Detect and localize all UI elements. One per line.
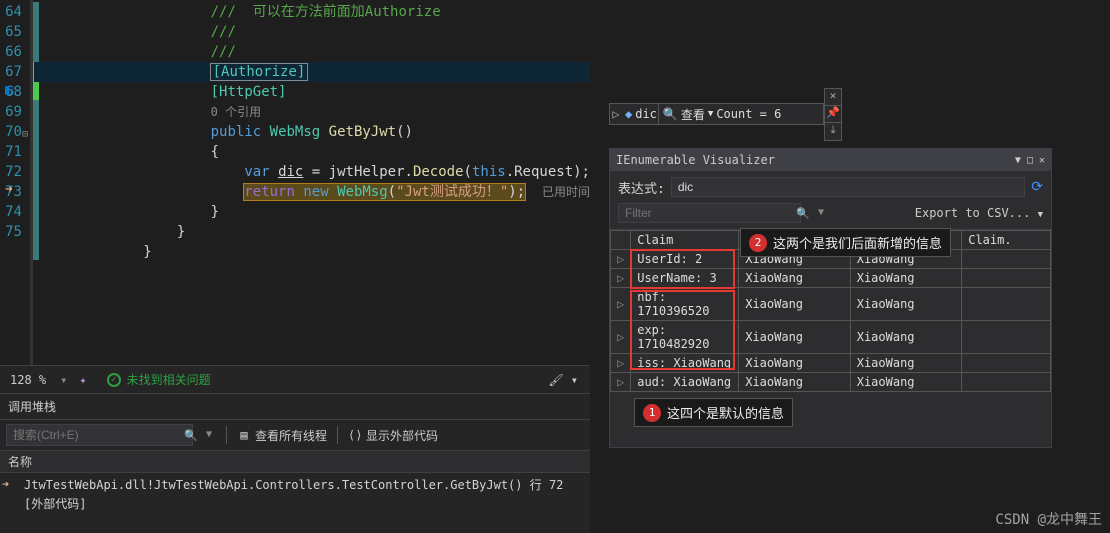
callstack-title: 调用堆栈 — [0, 394, 590, 420]
exec-pointer-icon[interactable]: ➔ — [5, 182, 27, 200]
grid-cell — [962, 354, 1051, 373]
table-row[interactable]: ▷iss: XiaoWangXiaoWangXiaoWang — [611, 354, 1051, 373]
datatip-popup[interactable]: ▷ ◆ dic 🔍 查看 ▼ Count = 6 — [609, 103, 824, 125]
grid-cell: ▷ — [611, 354, 631, 373]
visualizer-title-text: IEnumerable Visualizer — [616, 153, 775, 167]
pin-icon[interactable]: 📌 — [825, 106, 841, 123]
close-icon[interactable]: ✕ — [1039, 155, 1045, 166]
callstack-panel: 调用堆栈 🔍 ▼ ▤ 查看所有线程 ⟨⟩ 显示外部代码 名称 ➔JtwTestW… — [0, 393, 590, 533]
grid-header[interactable]: Claim. — [962, 231, 1051, 250]
callstack-row[interactable]: ➔JtwTestWebApi.dll!JtwTestWebApi.Control… — [0, 475, 590, 494]
callstack-search-input[interactable] — [6, 424, 193, 446]
grid-cell: XiaoWang — [739, 321, 851, 354]
chevron-down-icon[interactable]: ▾ — [56, 373, 71, 387]
watermark-text: CSDN @龙中舞王 — [995, 509, 1102, 529]
grid-cell — [962, 269, 1051, 288]
chevron-down-icon: ▼ — [818, 207, 824, 218]
grid-cell — [962, 321, 1051, 354]
chevron-down-icon: ▼ — [206, 429, 212, 440]
search-icon[interactable]: 🔍 — [660, 107, 681, 121]
table-row[interactable]: ▷aud: XiaoWangXiaoWangXiaoWang — [611, 373, 1051, 392]
datatip-value: Count = 6 — [716, 107, 781, 121]
check-circle-icon: ✓ — [107, 373, 121, 387]
grid-cell — [962, 373, 1051, 392]
table-row[interactable]: ▷UserName: 3XiaoWangXiaoWang — [611, 269, 1051, 288]
grid-cell: XiaoWang — [850, 373, 962, 392]
grid-cell: XiaoWang — [850, 321, 962, 354]
grid-cell — [962, 250, 1051, 269]
badge-1: 1 — [643, 404, 661, 422]
grid-cell: XiaoWang — [850, 269, 962, 288]
callstack-name-header: 名称 — [0, 450, 590, 473]
table-row[interactable]: ▷nbf: 1710396520XiaoWangXiaoWang — [611, 288, 1051, 321]
enumerable-visualizer: IEnumerable Visualizer ▼ □ ✕ 表达式: ⟳ 🔍 ▼ … — [609, 148, 1052, 448]
editor-status-bar: 128 % ▾ ✦ ✓ 未找到相关问题 🖌 ▾ — [0, 365, 590, 393]
grid-cell: UserName: 3 — [631, 269, 739, 288]
grid-cell: XiaoWang — [739, 269, 851, 288]
chevron-down-icon[interactable]: ▼ — [1015, 155, 1021, 166]
expression-label: 表达式: — [618, 178, 665, 197]
chevron-down-icon: ▼ — [1038, 210, 1043, 220]
annotation-2-text: 这两个是我们后面新增的信息 — [773, 233, 942, 252]
glyph-margin: ◧ ➔ — [0, 0, 5, 365]
maximize-icon[interactable]: □ — [1027, 155, 1033, 166]
brush-icon[interactable]: 🖌 ▾ — [536, 373, 590, 387]
grid-cell: exp: 1710482920 — [631, 321, 739, 354]
hint-icon[interactable]: ✦ — [71, 373, 94, 387]
badge-2: 2 — [749, 234, 767, 252]
grid-cell — [962, 288, 1051, 321]
expand-down-icon[interactable]: ⤓ — [825, 123, 841, 140]
expand-icon[interactable]: ▷ — [610, 107, 622, 121]
close-icon[interactable]: ✕ — [825, 89, 841, 106]
grid-cell: aud: XiaoWang — [631, 373, 739, 392]
annotation-2: 2 这两个是我们后面新增的信息 — [740, 228, 951, 257]
refresh-icon[interactable]: ⟳ — [1031, 179, 1043, 195]
grid-cell: XiaoWang — [739, 354, 851, 373]
variable-icon: ◆ — [622, 107, 635, 121]
annotation-1: 1 这四个是默认的信息 — [634, 398, 793, 427]
grid-cell: ▷ — [611, 288, 631, 321]
grid-header[interactable] — [611, 231, 631, 250]
grid-cell: ▷ — [611, 321, 631, 354]
callstack-rows: ➔JtwTestWebApi.dll!JtwTestWebApi.Control… — [0, 473, 590, 515]
show-external-code-button[interactable]: ⟨⟩ 显示外部代码 — [348, 427, 438, 444]
table-row[interactable]: ▷exp: 1710482920XiaoWangXiaoWang — [611, 321, 1051, 354]
chevron-down-icon[interactable]: ▼ — [705, 109, 716, 119]
view-all-threads-button[interactable]: ▤ 查看所有线程 — [237, 427, 327, 444]
no-issues-indicator[interactable]: ✓ 未找到相关问题 — [95, 371, 223, 388]
filter-input[interactable] — [618, 203, 801, 223]
expression-input[interactable] — [671, 177, 1025, 197]
grid-cell: nbf: 1710396520 — [631, 288, 739, 321]
grid-cell: XiaoWang — [739, 288, 851, 321]
annotation-1-text: 这四个是默认的信息 — [667, 403, 784, 422]
grid-cell: XiaoWang — [850, 288, 962, 321]
datatip-pin-controls[interactable]: ✕ 📌 ⤓ — [824, 88, 842, 141]
export-csv-button[interactable]: Export to CSV... ▼ — [915, 206, 1043, 220]
zoom-level[interactable]: 128 % — [0, 373, 56, 387]
grid-cell: ▷ — [611, 250, 631, 269]
grid-header[interactable]: Claim — [631, 231, 739, 250]
threads-icon: ▤ — [237, 428, 251, 442]
callstack-row[interactable]: [外部代码] — [0, 494, 590, 513]
datatip-action[interactable]: 查看 — [681, 106, 705, 123]
grid-cell: XiaoWang — [850, 354, 962, 373]
grid-cell: UserId: 2 — [631, 250, 739, 269]
visualizer-titlebar[interactable]: IEnumerable Visualizer ▼ □ ✕ — [610, 149, 1051, 171]
bookmark-icon[interactable]: ◧ — [5, 82, 27, 100]
grid-cell: ▷ — [611, 373, 631, 392]
datatip-var: dic — [635, 107, 657, 121]
code-content[interactable]: /// 可以在方法前面加Authorize /// /// [Authorize… — [34, 0, 590, 365]
grid-cell: ▷ — [611, 269, 631, 288]
grid-cell: iss: XiaoWang — [631, 354, 739, 373]
code-icon: ⟨⟩ — [348, 428, 362, 442]
code-editor: ◧ ➔ 646566676869707172737475 /// 可以在方法前面… — [0, 0, 590, 365]
grid-cell: XiaoWang — [739, 373, 851, 392]
